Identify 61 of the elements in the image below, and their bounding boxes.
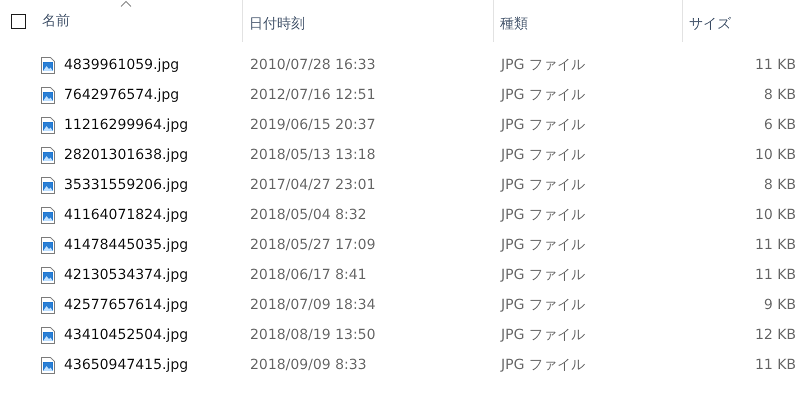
file-type: JPG ファイル xyxy=(501,147,585,163)
file-type: JPG ファイル xyxy=(501,57,585,73)
file-name[interactable]: 28201301638.jpg xyxy=(64,147,188,163)
file-type: JPG ファイル xyxy=(501,237,585,253)
file-size: 11 KB xyxy=(754,237,796,253)
file-size: 10 KB xyxy=(754,207,796,223)
file-name[interactable]: 43410452504.jpg xyxy=(64,327,188,343)
date-time: 2018/08/19 13:50 xyxy=(250,327,376,343)
image-file-icon xyxy=(41,56,55,74)
file-name[interactable]: 42130534374.jpg xyxy=(64,267,188,283)
file-size: 6 KB xyxy=(764,117,796,133)
file-size: 10 KB xyxy=(754,147,796,163)
column-header[interactable]: 日付時刻 xyxy=(242,0,493,42)
select-all-checkbox[interactable] xyxy=(10,14,26,28)
file-type: JPG ファイル xyxy=(501,117,585,133)
file-name[interactable]: 35331559206.jpg xyxy=(64,177,188,193)
image-file-icon xyxy=(41,86,55,104)
file-type: JPG ファイル xyxy=(501,327,585,343)
image-file-icon xyxy=(41,326,55,344)
file-name[interactable]: 43650947415.jpg xyxy=(64,357,188,373)
file-name[interactable]: 41478445035.jpg xyxy=(64,237,188,253)
file-type: JPG ファイル xyxy=(501,267,585,283)
sort-caret-icon xyxy=(120,0,132,7)
file-size: 11 KB xyxy=(754,57,796,73)
image-file-icon xyxy=(41,176,55,194)
date-time: 2012/07/16 12:51 xyxy=(250,87,376,103)
file-type: JPG ファイル xyxy=(501,297,585,313)
image-file-icon xyxy=(41,266,55,284)
file-type: JPG ファイル xyxy=(501,87,585,103)
column-header[interactable]: 名前 xyxy=(36,0,242,42)
file-type: JPG ファイル xyxy=(501,357,585,373)
file-size: 9 KB xyxy=(764,297,796,313)
image-file-icon xyxy=(41,236,55,254)
file-name[interactable]: 11216299964.jpg xyxy=(64,117,188,133)
file-name[interactable]: 7642976574.jpg xyxy=(64,87,180,103)
file-name[interactable]: 4839961059.jpg xyxy=(64,57,180,73)
date-time: 2010/07/28 16:33 xyxy=(250,57,376,73)
date-time: 2017/04/27 23:01 xyxy=(250,177,376,193)
file-type: JPG ファイル xyxy=(501,207,585,223)
date-time: 2018/05/04 8:32 xyxy=(250,207,367,223)
file-size: 8 KB xyxy=(764,87,796,103)
file-size: 11 KB xyxy=(754,357,796,373)
file-size: 12 KB xyxy=(754,327,796,343)
image-file-icon xyxy=(41,356,55,374)
image-file-icon xyxy=(41,146,55,164)
image-file-icon xyxy=(41,116,55,134)
date-time: 2018/05/27 17:09 xyxy=(250,237,376,253)
date-time: 2018/06/17 8:41 xyxy=(250,267,367,283)
date-time: 2019/06/15 20:37 xyxy=(250,117,376,133)
file-name[interactable]: 41164071824.jpg xyxy=(64,207,188,223)
date-time: 2018/05/13 13:18 xyxy=(250,147,376,163)
file-size: 8 KB xyxy=(764,177,796,193)
date-time: 2018/07/09 18:34 xyxy=(250,297,376,313)
file-size: 11 KB xyxy=(754,267,796,283)
image-file-icon xyxy=(41,206,55,224)
date-time: 2018/09/09 8:33 xyxy=(250,357,367,373)
column-header[interactable]: 種類 xyxy=(493,0,682,42)
image-file-icon xyxy=(41,296,55,314)
column-header[interactable]: サイズ xyxy=(682,0,800,42)
file-name[interactable]: 42577657614.jpg xyxy=(64,297,188,313)
file-type: JPG ファイル xyxy=(501,177,585,193)
